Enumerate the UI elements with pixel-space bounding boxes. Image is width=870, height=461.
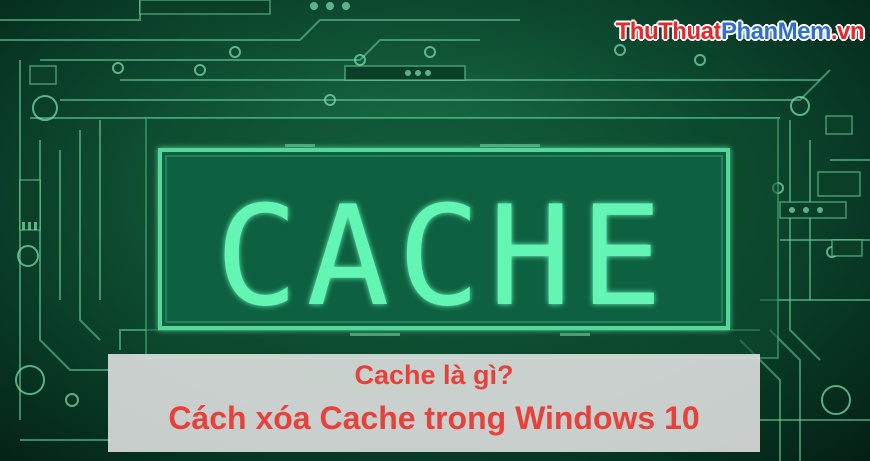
caption-line-2: Cách xóa Cache trong Windows 10: [168, 400, 700, 436]
watermark-part3: .vn: [830, 18, 865, 45]
banner-image: CACHE ThuThuatPhanMem.vn Cache là gì? Cá…: [0, 0, 870, 461]
caption-line-1: Cache là gì?: [354, 360, 514, 390]
caption-box: Cache là gì? Cách xóa Cache trong Window…: [108, 354, 760, 452]
watermark-part2: PhanMem: [720, 18, 831, 45]
cache-title: CACHE: [215, 176, 670, 337]
watermark-part1: ThuThuat: [615, 18, 722, 45]
site-watermark: ThuThuatPhanMem.vn: [615, 18, 865, 46]
